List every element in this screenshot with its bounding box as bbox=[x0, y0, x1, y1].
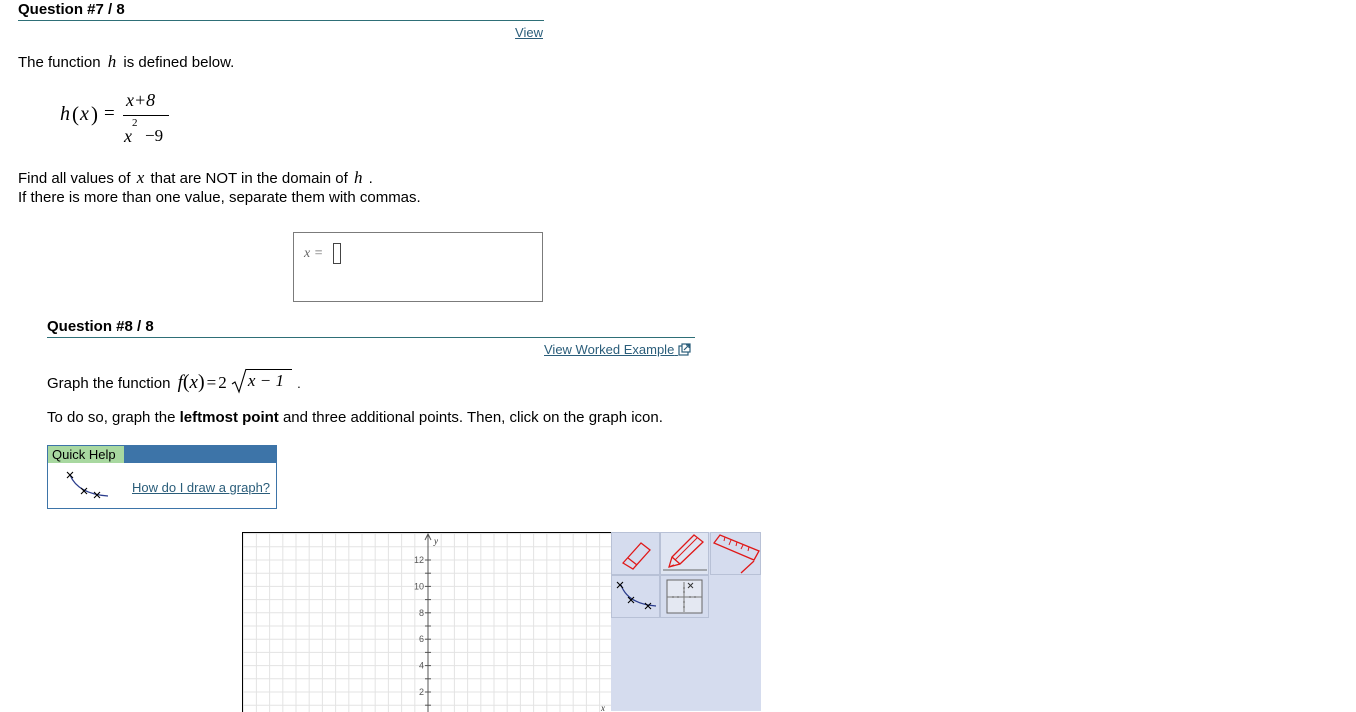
q8-fn-close: ) bbox=[197, 371, 205, 393]
plot-points-icon bbox=[616, 581, 657, 610]
graph-grid-icon bbox=[666, 579, 703, 614]
y-tick-label: 2 bbox=[419, 687, 424, 697]
y-tick-label: 8 bbox=[419, 608, 424, 618]
eraser-tool[interactable] bbox=[611, 532, 660, 575]
formula-equals: = bbox=[104, 103, 115, 124]
q8-instr-pre: To do so, graph the bbox=[47, 409, 176, 426]
worked-example-link[interactable]: View Worked Example bbox=[544, 342, 691, 357]
q8-divider bbox=[47, 337, 695, 338]
q7-prompt2: If there is more than one value, separat… bbox=[18, 189, 421, 206]
y-axis-label: y bbox=[433, 536, 438, 546]
q7-prompt1-fn: h bbox=[353, 168, 363, 187]
q7-prompt1: Find all values of x that are NOT in the… bbox=[18, 168, 373, 188]
formula-denominator-rest: −9 bbox=[145, 126, 164, 145]
y-tick-label: 4 bbox=[419, 661, 424, 671]
external-link-icon bbox=[678, 343, 691, 356]
pencil-icon bbox=[663, 534, 707, 571]
graph-canvas[interactable]: y x 12 10 8 6 4 2 bbox=[242, 532, 611, 712]
q7-formula: h ( x ) = x+8 x 2 −9 bbox=[60, 88, 190, 148]
sqrt-radical-icon bbox=[231, 368, 247, 394]
q7-divider bbox=[18, 20, 544, 21]
q7-view-link[interactable]: View bbox=[515, 25, 543, 40]
q8-fn-open: ( bbox=[182, 371, 190, 393]
q8-instructions: To do so, graph the leftmost point and t… bbox=[47, 409, 663, 426]
formula-denominator-base: x bbox=[124, 126, 132, 146]
sqrt-vinculum bbox=[245, 369, 292, 370]
point-plot-tool[interactable] bbox=[611, 575, 660, 618]
formula-lhs-fn: h bbox=[60, 103, 70, 125]
eraser-icon bbox=[621, 542, 651, 570]
quick-help-panel: Quick Help How do I draw a graph? bbox=[47, 445, 277, 509]
formula-numerator: x+8 bbox=[126, 90, 155, 111]
formula-denominator-exp: 2 bbox=[132, 117, 138, 129]
q8-fn-equals: = bbox=[206, 373, 217, 392]
formula-lhs-arg: x bbox=[80, 103, 89, 125]
how-to-draw-graph-link[interactable]: How do I draw a graph? bbox=[132, 480, 270, 495]
q8-fn-arg: x bbox=[189, 372, 198, 393]
y-tick-label: 12 bbox=[414, 555, 424, 565]
formula-lhs-close: ) bbox=[91, 102, 98, 126]
q8-instr-bold: leftmost point bbox=[179, 409, 279, 426]
q8-instr-post: and three additional points. Then, click… bbox=[282, 409, 663, 426]
q7-prompt1-mid: that are NOT in the domain of bbox=[150, 170, 348, 187]
formula-fraction-bar bbox=[123, 115, 169, 116]
q8-title: Question #8 / 8 bbox=[47, 318, 154, 335]
q7-intro-pre: The function bbox=[18, 54, 101, 71]
ruler-tool[interactable] bbox=[710, 532, 761, 575]
quick-help-label: Quick Help bbox=[48, 446, 124, 463]
answer-input-cursor[interactable] bbox=[333, 243, 341, 264]
formula-lhs-open: ( bbox=[72, 102, 79, 126]
q7-answer-box[interactable]: x = bbox=[293, 232, 543, 302]
q7-title: Question #7 / 8 bbox=[18, 1, 125, 18]
q7-prompt1-pre: Find all values of bbox=[18, 170, 131, 187]
q8-radicand: x − 1 bbox=[247, 371, 284, 390]
q8-graph-end: . bbox=[297, 376, 301, 391]
q8-graph-pre: Graph the function bbox=[47, 375, 171, 392]
y-tick-label: 10 bbox=[414, 581, 424, 591]
q7-prompt1-var: x bbox=[136, 168, 145, 187]
y-tick-label: 6 bbox=[419, 634, 424, 644]
graph-submit-tool[interactable] bbox=[660, 575, 709, 618]
quick-help-header: Quick Help bbox=[48, 446, 276, 463]
graph-grid[interactable]: yx12108642 bbox=[243, 533, 611, 712]
q7-intro-post: is defined below. bbox=[123, 54, 235, 71]
graph-tool-panel bbox=[611, 532, 761, 711]
q7-intro-fn: h bbox=[107, 52, 117, 71]
worked-example-link-text: View Worked Example bbox=[544, 342, 675, 357]
formula-numerator-text: x+8 bbox=[126, 90, 156, 110]
pencil-tool[interactable] bbox=[660, 532, 709, 575]
q8-graph-prompt: Graph the function f(x) = 2 x − 1 . bbox=[47, 368, 301, 394]
q7-intro: The function h is defined below. bbox=[18, 52, 234, 72]
q7-prompt1-end: . bbox=[368, 170, 373, 187]
answer-label: x = bbox=[304, 246, 324, 261]
q8-sqrt: x − 1 bbox=[231, 368, 293, 394]
ruler-icon bbox=[712, 534, 760, 574]
q8-fn-coef: 2 bbox=[218, 373, 227, 392]
graph-curve-icon bbox=[66, 471, 109, 499]
